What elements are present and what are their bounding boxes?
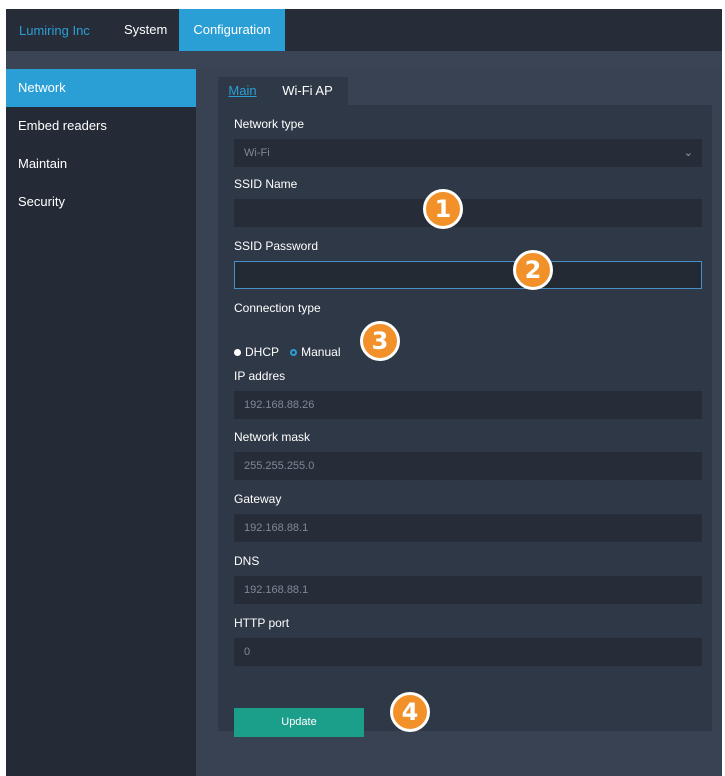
ip-address-input[interactable]: 192.168.88.26	[234, 391, 702, 419]
sidebar-gutter	[196, 69, 208, 776]
brand-logo[interactable]: Lumiring Inc	[19, 23, 90, 38]
http-port-input[interactable]: 0	[234, 638, 702, 666]
network-type-label: Network type	[234, 117, 305, 131]
sidebar: Network Embed readers Maintain Security	[6, 69, 196, 776]
nav-configuration[interactable]: Configuration	[179, 9, 285, 51]
manual-radio[interactable]	[290, 349, 298, 357]
sidebar-item-maintain[interactable]: Maintain	[6, 145, 196, 183]
chevron-down-icon: ⌄	[683, 147, 693, 159]
http-port-label: HTTP port	[234, 616, 290, 630]
ssid-password-input[interactable]	[234, 261, 702, 289]
sidebar-item-security[interactable]: Security	[6, 183, 196, 221]
sidebar-item-network[interactable]: Network	[6, 69, 196, 107]
connection-type-radio-group: DHCP Manual	[234, 345, 341, 359]
app-window: Lumiring Inc System Configuration Networ…	[6, 9, 722, 776]
gateway-label: Gateway	[234, 492, 282, 506]
manual-radio-label[interactable]: Manual	[301, 345, 340, 359]
network-type-value: Wi-Fi	[244, 147, 270, 159]
ssid-name-input[interactable]	[234, 199, 702, 227]
network-type-select[interactable]: Wi-Fi ⌄	[234, 139, 702, 167]
ip-address-label: IP addres	[234, 369, 286, 383]
dhcp-radio-label[interactable]: DHCP	[245, 345, 279, 359]
tab-wifi-ap[interactable]: Wi-Fi AP	[267, 77, 348, 105]
tab-main[interactable]: Main	[218, 77, 267, 105]
ssid-name-label: SSID Name	[234, 177, 298, 191]
network-mask-input[interactable]: 255.255.255.0	[234, 452, 702, 480]
network-form: Network type Wi-Fi ⌄ SSID Name SSID Pass…	[218, 105, 712, 737]
sidebar-item-embed-readers[interactable]: Embed readers	[6, 107, 196, 145]
network-mask-label: Network mask	[234, 430, 311, 444]
dns-input[interactable]: 192.168.88.1	[234, 576, 702, 604]
top-navbar: Lumiring Inc System Configuration	[6, 9, 722, 51]
callout-badge-1: 1	[423, 189, 463, 229]
gateway-input[interactable]: 192.168.88.1	[234, 514, 702, 542]
callout-badge-2: 2	[513, 250, 553, 290]
callout-badge-4: 4	[390, 692, 430, 732]
update-button[interactable]: Update	[234, 708, 364, 737]
dhcp-radio[interactable]	[234, 349, 241, 357]
connection-type-label: Connection type	[234, 301, 321, 315]
main-content: Main Wi-Fi AP Network type Wi-Fi ⌄ SSID …	[208, 69, 722, 776]
ssid-password-label: SSID Password	[234, 239, 319, 253]
dns-label: DNS	[234, 554, 260, 568]
callout-badge-3: 3	[360, 321, 400, 361]
nav-system[interactable]: System	[124, 9, 167, 51]
header-divider	[6, 51, 722, 69]
tab-main-label: Main	[228, 83, 257, 98]
